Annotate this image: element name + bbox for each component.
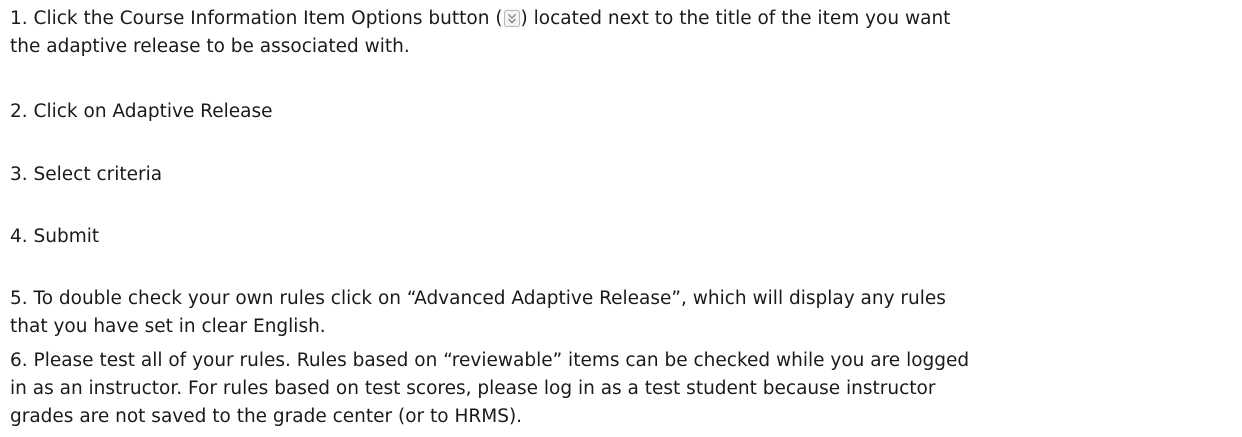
step-1: 1. Click the Course Information Item Opt… [10, 5, 950, 61]
step-6-line-1: 6. Please test all of your rules. Rules … [10, 350, 970, 371]
step-4: 4. Submit [10, 223, 99, 251]
step-5: 5. To double check your own rules click … [10, 285, 946, 341]
step-1-text-before-icon: 1. Click the Course Information Item Opt… [10, 8, 503, 29]
step-3: 3. Select criteria [10, 161, 162, 189]
step-5-line-2: that you have set in clear English. [10, 316, 326, 337]
step-6: 6. Please test all of your rules. Rules … [10, 347, 969, 431]
step-4-line-1: 4. Submit [10, 226, 100, 247]
step-6-line-2: in as an instructor. For rules based on … [10, 378, 936, 399]
step-5-line-1: 5. To double check your own rules click … [10, 288, 946, 309]
step-6-line-3: grades are not saved to the grade center… [10, 406, 523, 427]
step-2-line-1: 2. Click on Adaptive Release [10, 101, 273, 122]
step-1-line-2: the adaptive release to be associated wi… [10, 36, 410, 57]
step-1-line-1: 1. Click the Course Information Item Opt… [10, 5, 950, 33]
double-chevron-down-icon [503, 10, 520, 27]
step-1-text-after-icon: ) located next to the title of the item … [520, 8, 951, 29]
step-3-line-1: 3. Select criteria [10, 164, 163, 185]
step-2: 2. Click on Adaptive Release [10, 98, 272, 126]
